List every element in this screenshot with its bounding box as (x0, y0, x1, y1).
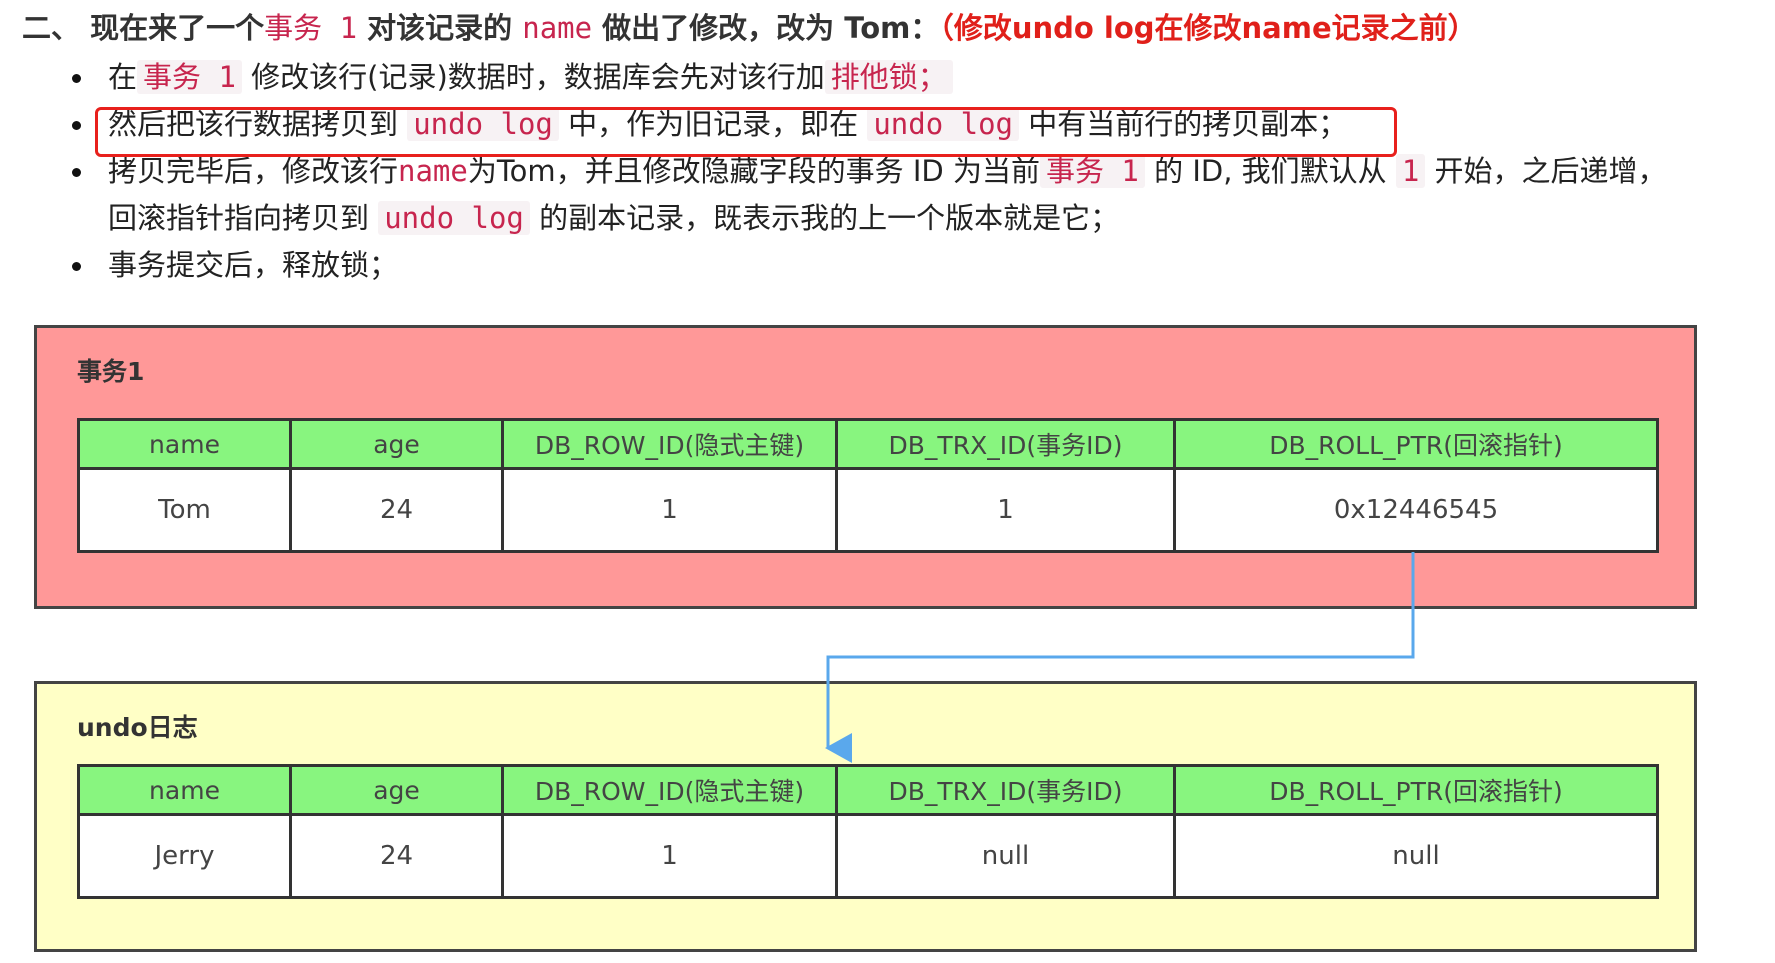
column-header: DB_TRX_ID(事务ID) (835, 764, 1176, 816)
table-cell: Tom (77, 467, 292, 553)
transaction-record-table: name age DB_ROW_ID(隐式主键) DB_TRX_ID(事务ID)… (77, 418, 1659, 553)
table-cell: null (835, 813, 1176, 899)
section-heading: 二、 现在来了一个事务 1 对该记录的 name 做出了修改，改为 Tom：（修… (22, 6, 1477, 50)
heading-note: （修改undo log在修改name记录之前） (939, 11, 1477, 45)
table-header-row: name age DB_ROW_ID(隐式主键) DB_TRX_ID(事务ID)… (77, 764, 1659, 816)
column-header: DB_ROLL_PTR(回滚指针) (1173, 764, 1659, 816)
table-row: Jerry 24 1 null null (77, 813, 1659, 899)
column-header: name (77, 764, 292, 816)
table-cell: 1 (501, 467, 838, 553)
column-header: DB_ROLL_PTR(回滚指针) (1173, 418, 1659, 470)
heading-mid1: 对该记录的 (357, 11, 523, 45)
inline-code: 事务 1 (137, 60, 242, 94)
list-item: 事务提交后，释放锁； (70, 242, 1770, 289)
inline-code: 排他锁； (824, 60, 953, 94)
bullet-text: 回滚指针指向拷贝到 (108, 201, 379, 235)
table-cell: 1 (835, 467, 1176, 553)
table-cell: 24 (289, 813, 504, 899)
bullet-text: 的副本记录，既表示我的上一个版本就是它； (529, 201, 1120, 235)
table-header-row: name age DB_ROW_ID(隐式主键) DB_TRX_ID(事务ID)… (77, 418, 1659, 470)
column-header: DB_TRX_ID(事务ID) (835, 418, 1176, 470)
bullet-text: 的 ID, 我们默认从 (1144, 154, 1396, 188)
highlight-box (95, 107, 1397, 157)
undo-log-panel-title: undo日志 (77, 713, 198, 742)
table-cell: Jerry (77, 813, 292, 899)
bullet-text: 在 (108, 60, 138, 94)
heading-prefix: 二、 现在来了一个 (22, 11, 265, 45)
transaction-panel: 事务1 name age DB_ROW_ID(隐式主键) DB_TRX_ID(事… (34, 325, 1697, 609)
bullet-text: 修改该行(记录)数据时，数据库会先对该行加 (241, 60, 825, 94)
bullet-text: 事务提交后，释放锁； (108, 248, 399, 282)
table-cell: 0x12446545 (1173, 467, 1659, 553)
bullet-list: 在事务 1 修改该行(记录)数据时，数据库会先对该行加 排他锁； 然后把该行数据拷… (70, 54, 1770, 289)
bullet-text: 为Tom，并且修改隐藏字段的事务 ID 为当前 (467, 154, 1040, 188)
bullet-text: 拷贝完毕后，修改该行 (108, 154, 399, 188)
inline-code: 1 (1395, 154, 1426, 188)
transaction-panel-title: 事务1 (77, 357, 145, 386)
column-header: age (289, 418, 504, 470)
heading-code-name: name (522, 11, 593, 45)
list-item: 拷贝完毕后，修改该行name为Tom，并且修改隐藏字段的事务 ID 为当前 事务 … (70, 148, 1770, 242)
inline-code: undo log (378, 201, 530, 235)
heading-mid2: 做出了修改，改为 Tom： (592, 11, 940, 45)
inline-code: 事务 1 (1039, 154, 1145, 188)
table-cell: 1 (501, 813, 838, 899)
heading-code-transaction: 事务 1 (264, 11, 358, 45)
undo-record-table: name age DB_ROW_ID(隐式主键) DB_TRX_ID(事务ID)… (77, 764, 1659, 899)
column-header: DB_ROW_ID(隐式主键) (501, 418, 838, 470)
inline-code: name (398, 154, 468, 188)
list-item: 在事务 1 修改该行(记录)数据时，数据库会先对该行加 排他锁； (70, 54, 1770, 101)
column-header: DB_ROW_ID(隐式主键) (501, 764, 838, 816)
table-cell: 24 (289, 467, 504, 553)
table-row: Tom 24 1 1 0x12446545 (77, 467, 1659, 553)
undo-log-panel: undo日志 name age DB_ROW_ID(隐式主键) DB_TRX_I… (34, 681, 1697, 952)
column-header: name (77, 418, 292, 470)
column-header: age (289, 764, 504, 816)
bullet-text: 开始，之后递增， (1425, 154, 1667, 188)
table-cell: null (1173, 813, 1659, 899)
